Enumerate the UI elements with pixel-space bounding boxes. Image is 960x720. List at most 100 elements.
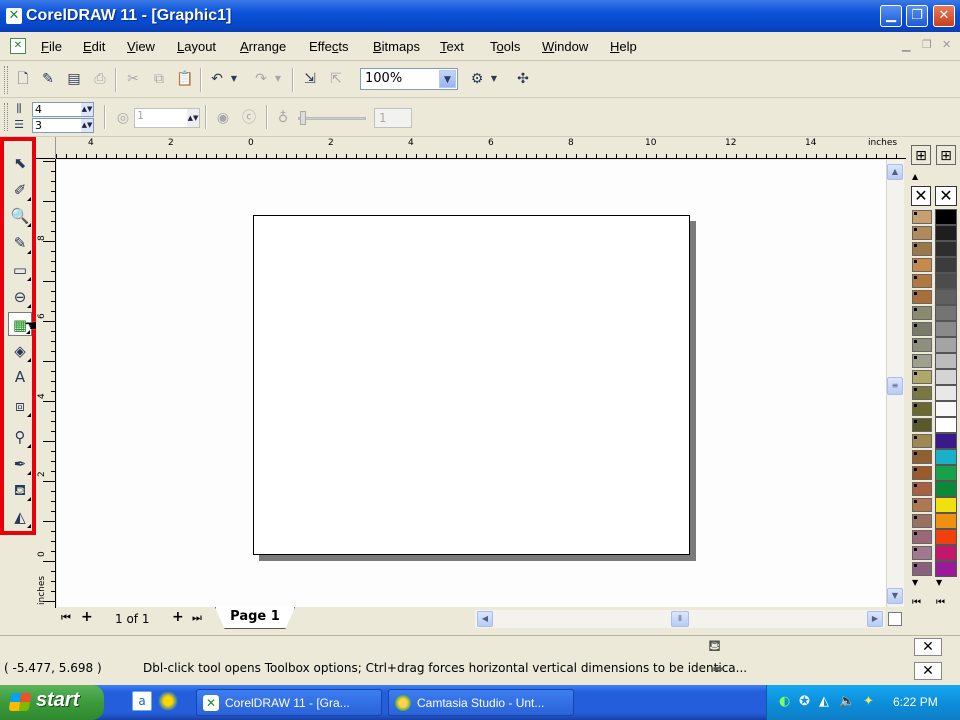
basic-shapes-tool-icon[interactable]: ◈ xyxy=(8,339,32,363)
tray-icon[interactable]: ◐ xyxy=(779,694,790,709)
color-swatch[interactable] xyxy=(912,370,932,384)
color-swatch[interactable] xyxy=(935,449,957,465)
color-swatch[interactable] xyxy=(935,305,957,321)
zoom-tool-icon[interactable]: 🔍 xyxy=(8,204,32,228)
freehand-tool-icon[interactable]: ✎ xyxy=(8,231,32,255)
symmetrical-spiral-icon[interactable]: ◉ xyxy=(212,107,234,129)
tray-icon[interactable]: ✦ xyxy=(863,694,874,709)
cut-icon[interactable]: ✂ xyxy=(122,68,144,90)
color-swatch[interactable] xyxy=(935,241,957,257)
color-swatch[interactable] xyxy=(935,321,957,337)
task-camtasia[interactable]: Camtasia Studio - Unt... xyxy=(388,689,574,716)
scroll-left-icon[interactable]: ◀ xyxy=(477,611,493,627)
tab-page-1[interactable]: Page 1 xyxy=(215,607,295,629)
color-swatch[interactable] xyxy=(935,465,957,481)
expansion-field[interactable]: 1 xyxy=(374,108,412,128)
text-tool-icon[interactable]: A xyxy=(8,365,32,389)
slider-thumb[interactable] xyxy=(300,111,306,125)
color-swatch[interactable] xyxy=(912,530,932,544)
last-page-icon[interactable]: ⏭ xyxy=(192,611,202,625)
doc-restore-icon[interactable]: ❐ xyxy=(922,38,932,51)
first-page-icon[interactable]: ⏮ xyxy=(61,611,71,625)
close-button[interactable]: ✕ xyxy=(933,5,955,27)
undo-icon[interactable]: ↶ xyxy=(206,68,228,90)
color-swatch[interactable] xyxy=(912,274,932,288)
palette-scroll-down-icon[interactable]: ▼ xyxy=(912,578,918,587)
fill-bucket-icon[interactable]: ⛾ xyxy=(708,636,721,657)
redo-icon[interactable]: ↷ xyxy=(250,68,272,90)
color-swatch[interactable] xyxy=(935,337,957,353)
color-swatch[interactable] xyxy=(912,418,932,432)
coreldraw-icon[interactable]: ✕ xyxy=(6,8,22,24)
color-swatch[interactable] xyxy=(935,257,957,273)
chevron-down-icon[interactable]: ▼ xyxy=(439,70,456,88)
rows-field[interactable]: 3 ▲▼ xyxy=(32,118,94,133)
new-icon[interactable]: 🗋 xyxy=(12,68,34,90)
color-swatch[interactable] xyxy=(935,273,957,289)
color-swatch[interactable] xyxy=(912,386,932,400)
color-swatch[interactable] xyxy=(935,385,957,401)
palette-menu-icon[interactable]: ⊞ xyxy=(911,145,931,165)
view-navigator-icon[interactable] xyxy=(888,612,902,626)
color-swatch[interactable] xyxy=(935,353,957,369)
color-swatch[interactable] xyxy=(935,289,957,305)
color-swatch[interactable] xyxy=(935,209,957,225)
media-player-icon[interactable] xyxy=(158,691,178,711)
color-swatch[interactable] xyxy=(912,514,932,528)
vertical-ruler[interactable]: 8 6 4 2 0 inches xyxy=(36,159,56,608)
color-swatch[interactable] xyxy=(935,545,957,561)
color-swatch[interactable] xyxy=(912,402,932,416)
logarithmic-spiral-icon[interactable]: ⓒ xyxy=(238,107,260,129)
color-swatch[interactable] xyxy=(912,562,932,576)
launcher-dropdown-icon[interactable]: ▼ xyxy=(488,68,500,90)
copy-icon[interactable]: ⧉ xyxy=(148,68,170,90)
color-swatch[interactable] xyxy=(935,497,957,513)
color-swatch[interactable] xyxy=(912,450,932,464)
color-swatch[interactable] xyxy=(935,529,957,545)
outline-color-indicator[interactable]: ✕ xyxy=(914,662,942,680)
doc-minimize-icon[interactable]: ▁ xyxy=(902,39,910,52)
scroll-thumb[interactable]: ≡ xyxy=(887,377,903,395)
eyedropper-tool-icon[interactable]: ⚲ xyxy=(8,425,32,449)
color-swatch[interactable] xyxy=(935,513,957,529)
menu-bitmaps[interactable]: Bitmaps xyxy=(373,39,420,54)
save-icon[interactable]: ▤ xyxy=(63,68,85,90)
drawing-page[interactable] xyxy=(253,215,690,555)
color-swatch[interactable] xyxy=(912,546,932,560)
color-swatch[interactable] xyxy=(912,258,932,272)
menu-edit[interactable]: Edit xyxy=(83,39,105,54)
menu-effects[interactable]: Effects xyxy=(309,39,349,54)
interactive-blend-tool-icon[interactable]: ⧈ xyxy=(8,394,32,418)
palette-first-icon[interactable]: ⏮ xyxy=(912,597,921,608)
menu-help[interactable]: Help xyxy=(610,39,637,54)
add-page-after-icon[interactable]: + xyxy=(172,609,184,625)
maximize-button[interactable]: ❐ xyxy=(906,5,928,27)
color-swatch[interactable] xyxy=(912,306,932,320)
vertical-scrollbar[interactable]: ▲ ≡ ▼ xyxy=(886,160,904,607)
color-swatch[interactable] xyxy=(935,433,957,449)
zoom-select[interactable]: 100% ▼ xyxy=(360,68,458,90)
menu-view[interactable]: View xyxy=(127,39,155,54)
no-fill-swatch[interactable]: ✕ xyxy=(911,186,931,206)
menu-text[interactable]: Text xyxy=(440,39,464,54)
scroll-right-icon[interactable]: ▶ xyxy=(867,611,883,627)
color-swatch[interactable] xyxy=(912,290,932,304)
menu-layout[interactable]: Layout xyxy=(177,39,216,54)
scroll-up-icon[interactable]: ▲ xyxy=(887,164,903,180)
hscroll-thumb[interactable]: ⦀ xyxy=(671,611,689,627)
color-swatch[interactable] xyxy=(912,482,932,496)
menu-arrange[interactable]: Arrange xyxy=(240,39,286,54)
horizontal-ruler[interactable]: 4 2 0 2 4 6 8 10 12 14 inches xyxy=(36,137,906,159)
color-swatch[interactable] xyxy=(912,434,932,448)
tray-icon[interactable]: ◭ xyxy=(819,694,829,709)
columns-field[interactable]: 4 ▲▼ xyxy=(32,102,94,117)
outline-pen-icon[interactable]: ✒ xyxy=(712,660,725,679)
print-icon[interactable]: ⎙ xyxy=(89,68,111,90)
color-swatch[interactable] xyxy=(935,417,957,433)
spiral-revolutions-field[interactable]: 1 ▲▼ xyxy=(134,108,200,128)
expansion-slider[interactable] xyxy=(298,117,366,120)
fill-tool-icon[interactable]: ⛾ xyxy=(8,478,32,502)
shape-tool-icon[interactable]: ✐ xyxy=(8,178,32,202)
application-launcher-icon[interactable]: ⚙ xyxy=(466,68,488,90)
color-swatch[interactable] xyxy=(935,369,957,385)
